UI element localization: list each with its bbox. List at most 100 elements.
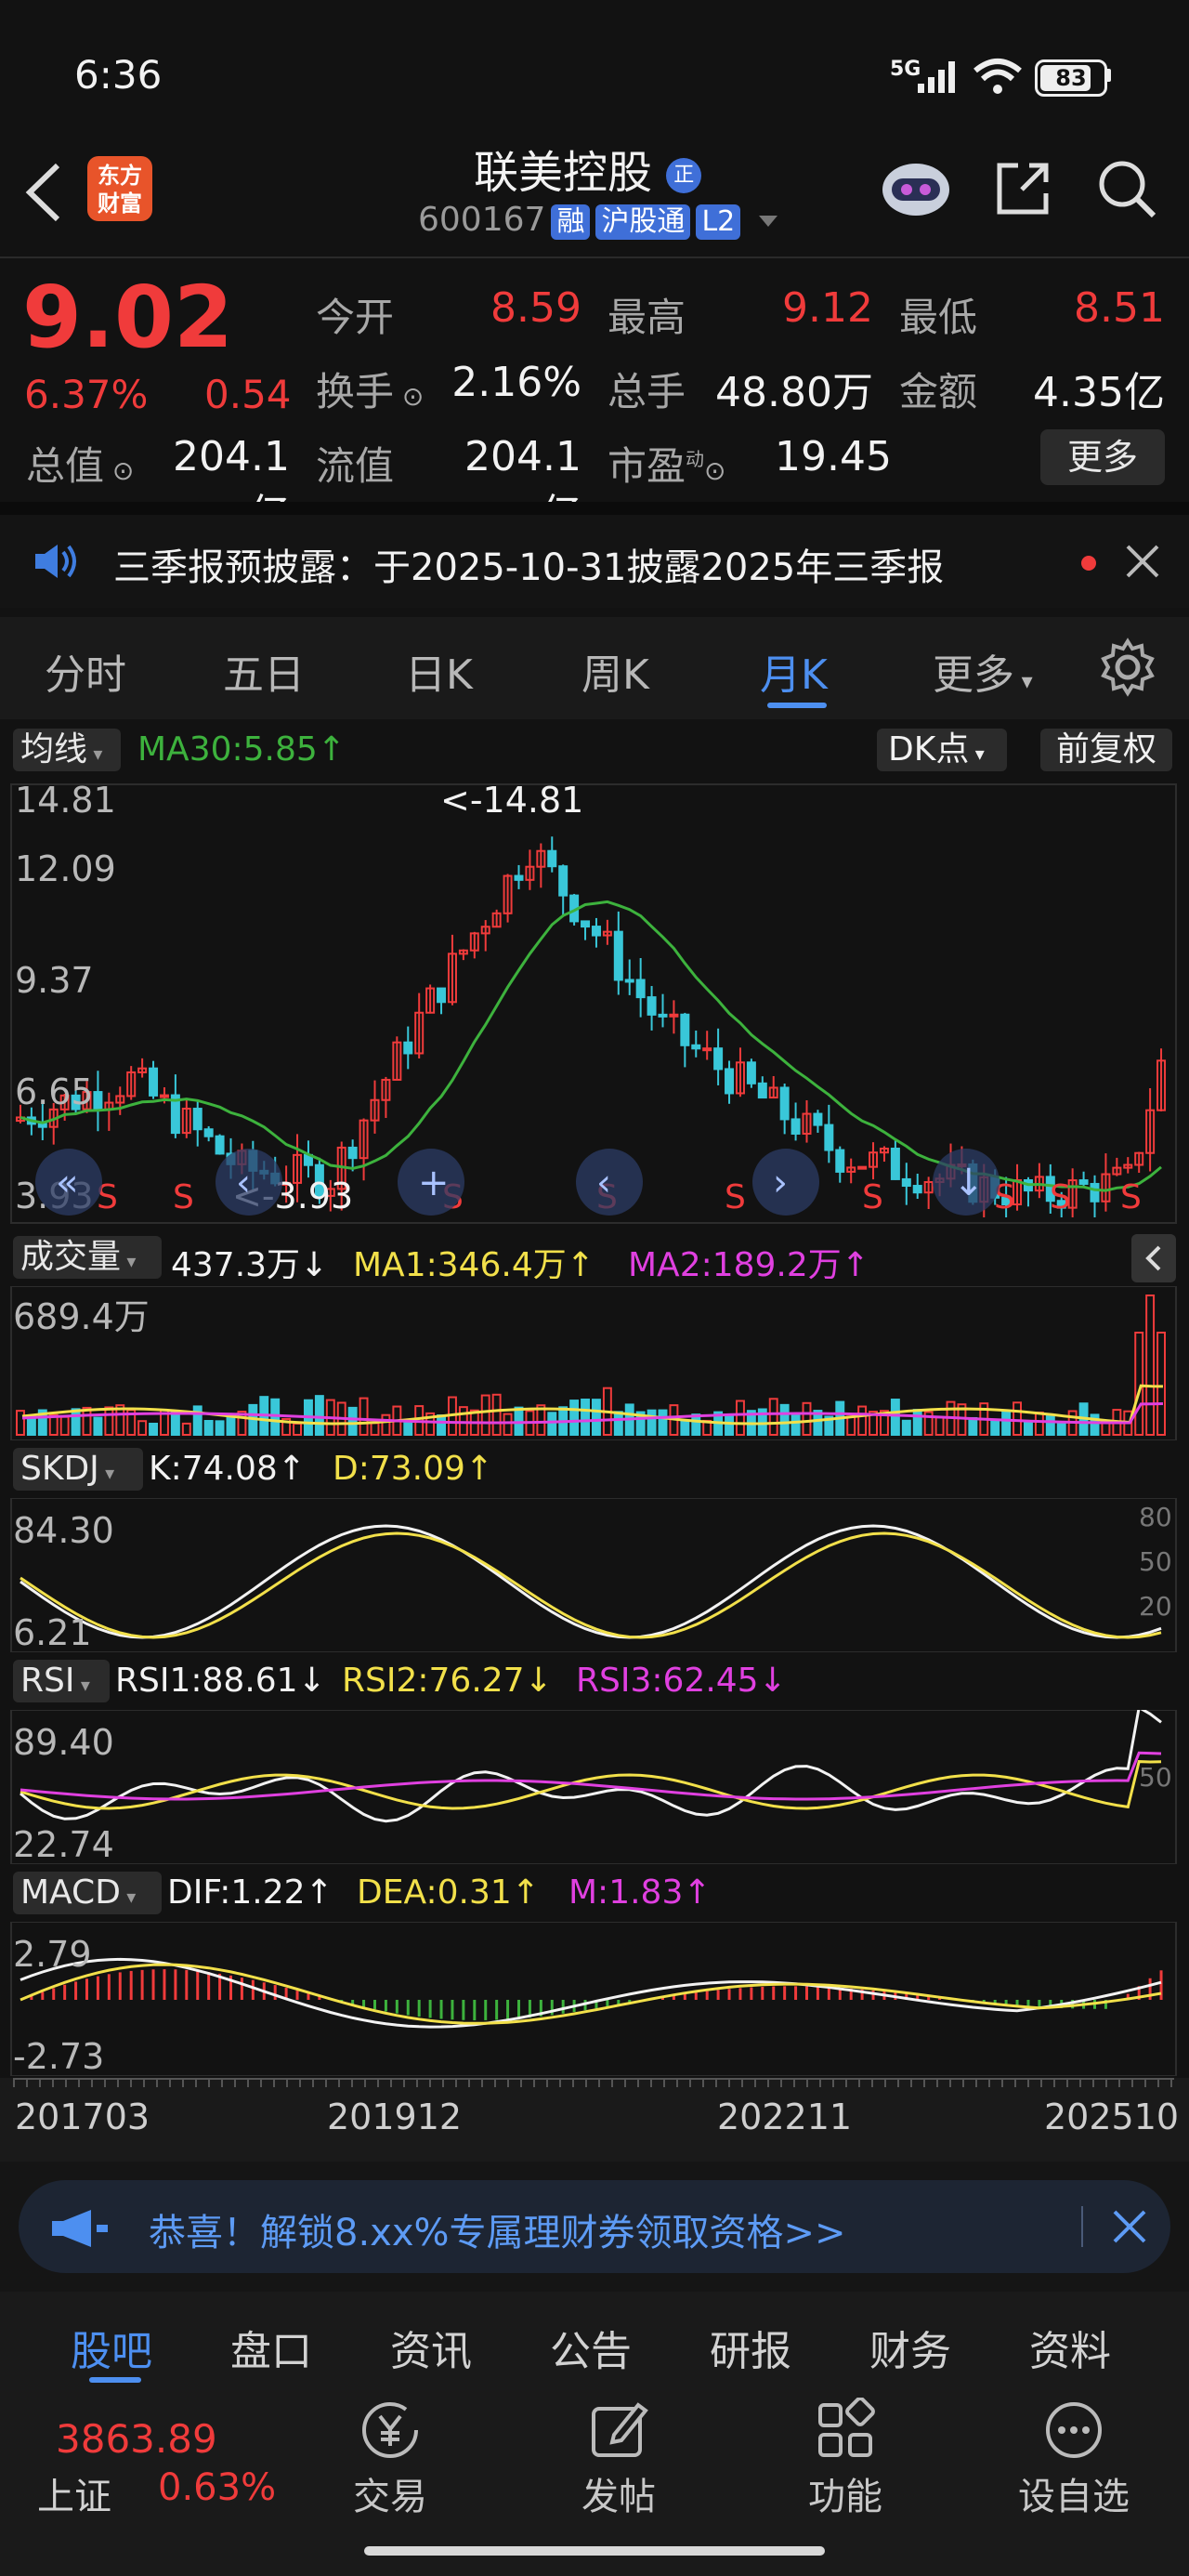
volume-bar [503,1413,513,1437]
indicator-select[interactable]: 均线 ▾ [13,729,121,771]
index-value[interactable]: 3863.89 [56,2416,217,2462]
volume-bar [790,1413,801,1436]
search-button[interactable] [1096,158,1157,223]
official-badge: 正 [666,158,702,193]
volume-bar [82,1406,92,1436]
tab-intraday[interactable]: 分时 [45,641,126,701]
back-button[interactable] [20,160,67,229]
volume-bar [768,1398,778,1437]
stock-name: 联美控股 [474,147,653,199]
tab-five-day[interactable]: 五日 [223,641,305,701]
volume-bar [1056,1422,1066,1436]
macd-m: M:1.83↑ [568,1873,712,1912]
volume-bar [1001,1410,1012,1436]
tab-orderbook[interactable]: 盘口 [230,2318,312,2377]
promo-banner[interactable]: 恭喜！解锁8.xx%专属理财券领取资格>> [19,2180,1170,2273]
volume-bar [592,1399,601,1437]
close-icon[interactable] [1111,2208,1148,2245]
turnover-label[interactable]: 换手 ⊙ [316,361,424,417]
chart-nav-glyph: ‹ [596,1162,611,1204]
volume-bar [890,1399,900,1437]
ma30-readout: MA30:5.85↑ [137,730,346,769]
notice-bar[interactable]: 三季报预披露：于2025-10-31披露2025年三季报 [0,515,1189,608]
volume-bar [934,1416,945,1436]
tab-profile[interactable]: 资料 [1029,2318,1111,2377]
high-label: 最高 [608,295,686,340]
macd-indicator-select[interactable]: MACD ▾ [13,1872,162,1914]
high-value: 9.12 [782,284,873,332]
volume-bar [347,1406,358,1436]
low-label: 最低 [899,295,978,340]
axis-label-2: 201912 [327,2096,463,2137]
pe-label[interactable]: 市盈动⊙ [608,435,725,492]
volume-bar [569,1400,580,1436]
volume-bar [71,1408,81,1437]
assistant-robot-button[interactable] [879,154,953,219]
share-button[interactable] [992,158,1053,223]
skdj-indicator-select[interactable]: SKDJ ▾ [13,1448,143,1491]
volume-ma1: MA1:346.4万↑ [353,1246,594,1284]
volume-bar [901,1419,911,1437]
macd-dif-line [20,1957,1162,2029]
rsi-indicator-select[interactable]: RSI ▾ [13,1660,110,1702]
osc-tick-label: 6.21 [13,1612,92,1652]
more-button[interactable]: 更多 [1040,429,1165,485]
volume-bar [26,1418,36,1437]
nav-add-watchlist-label: 设自选 [1018,2476,1130,2518]
speaker-icon [35,545,76,578]
rsi3-readout: RSI3:62.45↓ [576,1662,787,1700]
tab-research[interactable]: 研报 [710,2318,791,2377]
volume-bar [491,1393,502,1436]
skdj-d-line [20,1531,1162,1639]
amount-label: 金额 [899,369,978,414]
volume-bar [137,1420,148,1436]
candle-body [680,1013,690,1046]
price-tick-label: 6.65 [15,1071,94,1112]
collapse-panel-button[interactable] [1131,1234,1176,1282]
volume-bar [370,1422,380,1436]
tab-forum[interactable]: 股吧 [71,2318,152,2377]
nav-functions[interactable]: 功能 [799,2397,892,2520]
candle-body [558,865,568,897]
tab-monthly-k[interactable]: 月K [760,641,828,701]
candlestick-chart[interactable]: 14.8112.099.376.653.93<-14.81<-3.93SSSSS… [0,781,1189,1227]
price-tick-label: 14.81 [15,781,116,821]
volume-bar [403,1421,413,1437]
sell-signal-marker: S [725,1178,746,1216]
tab-more[interactable]: 更多 ▾ [933,641,1033,701]
nav-trade-label: 交易 [353,2476,427,2518]
nav-add-watchlist[interactable]: 设自选 [1009,2398,1139,2520]
volume-bar [458,1406,468,1437]
more-dots-icon [1046,2402,1102,2458]
dk-point-select[interactable]: DK点 ▾ [877,729,1007,771]
volume-bar [968,1416,978,1436]
nav-post[interactable]: 发帖 [572,2398,665,2520]
tab-weekly-k[interactable]: 周K [581,641,649,701]
macd-tick-label: 2.79 [13,1934,92,1975]
skdj-k-line [20,1524,1162,1639]
tab-finance[interactable]: 财务 [869,2318,951,2377]
change-percent: 6.37% [24,372,149,417]
tab-news[interactable]: 资讯 [390,2318,472,2377]
candle-body [691,1044,701,1050]
tab-daily-k[interactable]: 日K [405,641,473,701]
price-tick-label: 9.37 [15,960,94,1001]
skdj-d: D:73.09↑ [333,1450,494,1488]
adjust-select[interactable]: 前复权 [1040,729,1172,771]
price-tick-label: 12.09 [15,848,116,889]
nav-trade[interactable]: 交易 [344,2398,437,2520]
volume-bar [1101,1422,1111,1436]
market-cap-label[interactable]: 总值 ⊙ [26,435,134,492]
gear-icon[interactable] [1098,637,1157,697]
candle-body [591,926,601,937]
chart-nav-glyph: › [773,1162,788,1204]
volume-indicator-select[interactable]: 成交量 ▾ [13,1236,162,1279]
tab-announcements[interactable]: 公告 [550,2318,632,2377]
volume-bar [215,1420,225,1436]
stock-code-row[interactable]: 600167 融沪股通 L2 [418,201,777,240]
close-icon[interactable] [1124,543,1161,580]
volume-bar [547,1412,557,1437]
volume-bar [181,1422,191,1437]
candle-body [824,1124,834,1151]
candle-body [890,1147,900,1180]
